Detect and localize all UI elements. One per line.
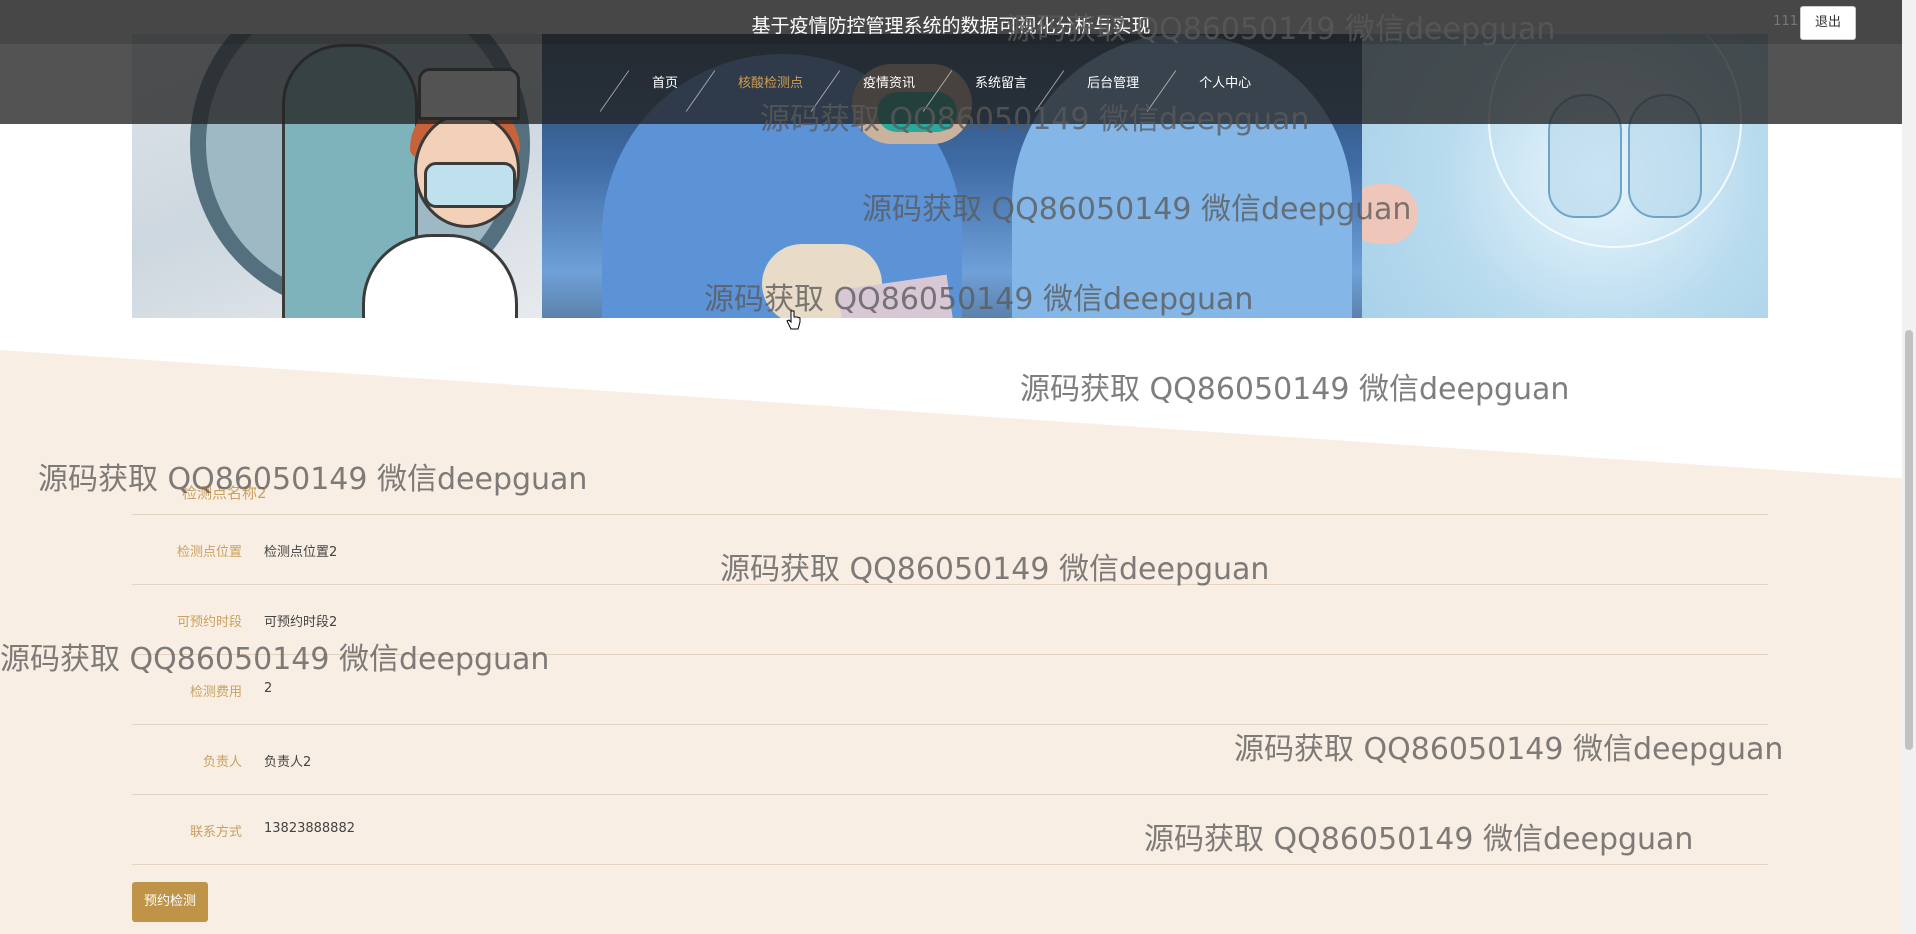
nav-item[interactable]: 疫情资讯 [810, 44, 945, 124]
detail-field-value: 可预约时段2 [264, 615, 338, 630]
page-scrollbar[interactable] [1902, 0, 1916, 934]
nav-item-label: 核酸检测点 [738, 76, 804, 91]
nav-item[interactable]: 核酸检测点 [685, 44, 833, 124]
test-site-name: 检测点名称2 [182, 484, 267, 502]
detail-field-value: 13823888882 [264, 821, 355, 836]
nav-item[interactable]: 个人中心 [1146, 44, 1281, 124]
hand-cursor-icon [786, 310, 801, 330]
book-test-button[interactable]: 预约检测 [132, 882, 208, 922]
top-bar: 基于疫情防控管理系统的数据可视化分析与实现 111 退出 [0, 0, 1902, 44]
nav-item-label: 后台管理 [1087, 76, 1140, 91]
site-title: 基于疫情防控管理系统的数据可视化分析与实现 [751, 15, 1151, 37]
detail-row: 可预约时段 可预约时段2 [132, 585, 1768, 655]
nav-item-label: 疫情资讯 [863, 76, 916, 91]
detail-row: 联系方式 13823888882 [132, 795, 1768, 865]
detail-field-label: 联系方式 [189, 825, 242, 840]
nav-item[interactable]: 后台管理 [1034, 44, 1169, 124]
nav-item-label: 个人中心 [1199, 76, 1252, 91]
nav-item-label: 首页 [652, 76, 679, 91]
detail-row: 检测费用 2 [132, 655, 1768, 725]
detail-name-row: 检测点名称2 [132, 474, 1768, 515]
logout-button[interactable]: 退出 [1800, 6, 1856, 40]
detail-field-label: 可预约时段 [176, 615, 242, 630]
detail-row: 负责人 负责人2 [132, 725, 1768, 795]
nav-item[interactable]: 系统留言 [922, 44, 1057, 124]
nav-item-label: 系统留言 [975, 76, 1028, 91]
main-nav: 首页 核酸检测点 疫情资讯 系统留言 后台管理 个人中心 [0, 44, 1902, 124]
detail-field-value: 2 [264, 681, 273, 696]
nav-divider [599, 70, 630, 112]
test-site-detail: 检测点名称2 检测点位置 检测点位置2 可预约时段 可预约时段2 检测费用 2 负责人 负责人… [132, 474, 1768, 865]
detail-field-label: 检测点位置 [176, 545, 242, 560]
detail-field-label: 负责人 [202, 755, 242, 770]
scrollbar-thumb[interactable] [1905, 330, 1913, 750]
detail-row: 检测点位置 检测点位置2 [132, 515, 1768, 585]
username-label: 111 [1773, 14, 1798, 29]
detail-field-value: 负责人2 [264, 755, 312, 770]
nav-item[interactable]: 首页 [599, 44, 708, 124]
detail-field-value: 检测点位置2 [264, 545, 338, 560]
detail-field-label: 检测费用 [189, 685, 242, 700]
